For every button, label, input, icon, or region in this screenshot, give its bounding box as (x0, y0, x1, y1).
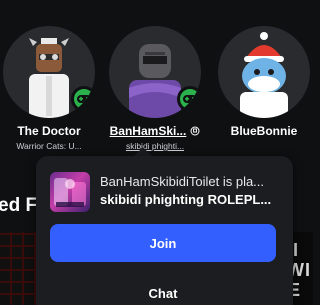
friend-presence-popup: BanHamSkibidiToilet is pla... skibidi ph… (36, 156, 293, 305)
game-icon[interactable] (50, 172, 90, 212)
friend-name[interactable]: BlueBonnie (214, 124, 314, 138)
friend-tile-the-doctor[interactable]: The Doctor Warrior Cats: U... (0, 26, 99, 152)
avatar[interactable] (3, 26, 95, 118)
friend-name[interactable]: BanHamSki... (110, 124, 187, 138)
join-button[interactable]: Join (50, 224, 276, 262)
chat-button[interactable]: Chat (50, 278, 276, 305)
friend-name-row[interactable]: BanHamSki... (105, 124, 205, 138)
presence-text: BanHamSkibidiToilet is pla... (100, 174, 265, 189)
premium-icon (190, 126, 200, 136)
friend-presence: Warrior Cats: U... (16, 141, 82, 151)
section-heading: ed F (0, 195, 38, 216)
friends-carousel: The Doctor Warrior Cats: U... BanHamSki.… (0, 0, 313, 160)
friend-tile-bluebonnie[interactable]: BlueBonnie (214, 26, 314, 138)
friend-name[interactable]: The Doctor (0, 124, 99, 138)
gamepad-icon (177, 86, 201, 112)
avatar-figure-icon (240, 32, 288, 118)
avatar[interactable] (218, 26, 310, 118)
friend-tile-banhamskibiditoilet[interactable]: BanHamSki... skibidi phighti... (105, 26, 205, 152)
gamepad-icon (71, 86, 95, 112)
game-title[interactable]: skibidi phighting ROLEPL... (100, 192, 280, 207)
avatar[interactable] (109, 26, 201, 118)
friend-presence[interactable]: skibidi phighti... (105, 141, 205, 152)
game-card[interactable]: BanHamSkibidiToilet is pla... skibidi ph… (50, 172, 280, 212)
